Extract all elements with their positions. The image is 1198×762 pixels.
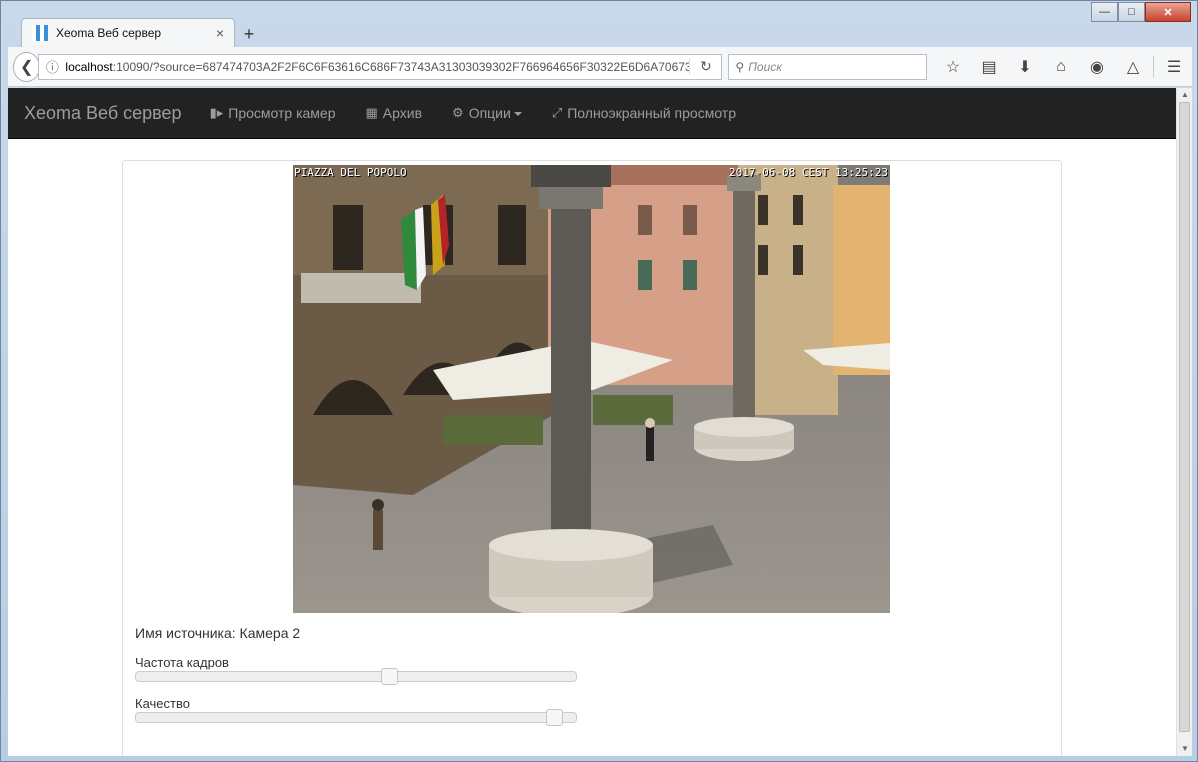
xeoma-favicon-icon [32,25,48,41]
info-icon[interactable]: ⓘ [39,57,65,76]
url-path: :10090/?source=687474703A2F2F6C6F63616C6… [112,59,690,74]
camera-panel: PIAZZA DEL POPOLO 2017-06-08 CEST 13:25:… [122,160,1062,756]
page-scrollbar[interactable]: ▲ ▼ [1176,88,1192,756]
nav-options[interactable]: ⚙ Опции [452,105,522,121]
scroll-down-icon[interactable]: ▼ [1177,742,1193,756]
search-placeholder: Поиск [748,59,782,74]
camera-video-feed[interactable]: PIAZZA DEL POPOLO 2017-06-08 CEST 13:25:… [293,165,890,613]
quality-slider[interactable] [135,709,577,726]
framerate-slider[interactable] [135,668,577,685]
minimize-icon[interactable]: — [1091,2,1118,22]
browser-window: — □ ✕ Xeoma Веб сервер × + ❮ ⓘ localhost… [0,0,1198,762]
nav-options-label: Опции [468,105,511,121]
toolbar-divider [1153,55,1154,78]
gear-icon: ⚙ [452,105,464,120]
window-controls: — □ ✕ [1091,2,1191,22]
nav-fullscreen-label: Полноэкранный просмотр [567,105,736,121]
film-icon: ▦ [365,105,378,120]
framerate-label: Частота кадров [135,655,229,670]
reading-list-icon[interactable]: ▤ [971,52,1007,82]
nav-archive[interactable]: ▦ Архив [366,105,423,121]
download-icon[interactable]: ⬇ [1007,52,1043,82]
camera-overlay-timestamp: 2017-06-08 CEST 13:25:23 [729,166,888,179]
close-window-icon[interactable]: ✕ [1145,2,1191,22]
nav-camera-view[interactable]: ▮▸ Просмотр камер [210,105,336,121]
search-icon: ⚲ [735,59,745,74]
tab-close-icon[interactable]: × [216,25,224,41]
sync-icon[interactable]: △ [1115,52,1151,82]
nav-fullscreen[interactable]: ⤢ Полноэкранный просмотр [552,105,736,121]
tab-strip: Xeoma Веб сервер × + [21,18,263,47]
source-name-label: Имя источника: Камера 2 [135,625,301,641]
nav-camera-view-label: Просмотр камер [228,105,336,121]
address-bar[interactable]: ⓘ localhost:10090/?source=687474703A2F2F… [38,53,723,80]
search-input[interactable]: ⚲ Поиск [728,53,927,80]
toolbar-icons: ☆ ▤ ⬇ ⌂ ◉ △ ☰ [935,52,1192,82]
browser-toolbar: ❮ ⓘ localhost:10090/?source=687474703A2F… [8,47,1192,87]
caret-down-icon [513,112,522,116]
tab-title: Xeoma Веб сервер [56,26,162,40]
bookmark-star-icon[interactable]: ☆ [935,52,971,82]
video-camera-icon: ▮▸ [209,105,224,120]
maximize-icon[interactable]: □ [1118,2,1145,22]
camera-overlay-title: PIAZZA DEL POPOLO [294,166,407,179]
framerate-slider-handle[interactable] [381,668,398,685]
app-brand[interactable]: Xeoma Веб сервер [24,103,182,124]
menu-icon[interactable]: ☰ [1156,52,1192,82]
camera-scene-image [293,165,890,613]
app-navbar: Xeoma Веб сервер ▮▸ Просмотр камер ▦ Арх… [8,88,1176,139]
reload-icon[interactable]: ↻ [689,58,721,75]
scrollbar-thumb[interactable] [1179,102,1190,732]
expand-icon: ⤢ [551,105,563,120]
home-icon[interactable]: ⌂ [1043,52,1079,82]
url-text[interactable]: localhost:10090/?source=687474703A2F2F6C… [65,60,689,74]
scroll-up-icon[interactable]: ▲ [1177,88,1193,102]
quality-slider-handle[interactable] [546,709,563,726]
new-tab-button[interactable]: + [235,21,263,47]
pocket-icon[interactable]: ◉ [1079,52,1115,82]
quality-label: Качество [135,696,190,711]
page-viewport: Xeoma Веб сервер ▮▸ Просмотр камер ▦ Арх… [8,88,1176,756]
browser-tab[interactable]: Xeoma Веб сервер × [21,18,235,47]
nav-archive-label: Архив [382,105,423,121]
back-arrow-icon[interactable]: ❮ [13,51,41,82]
url-host: localhost [65,59,113,74]
